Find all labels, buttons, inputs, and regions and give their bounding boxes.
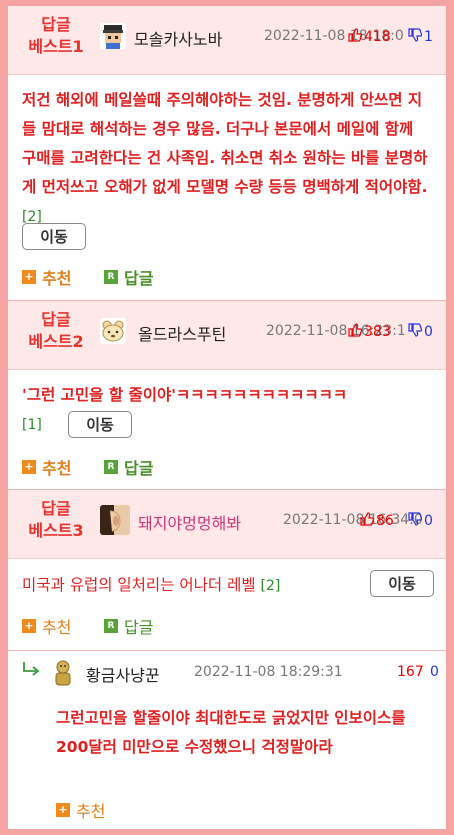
avatar[interactable] xyxy=(48,658,78,688)
dislike-number: 0 xyxy=(424,513,433,529)
move-button[interactable]: 이동 xyxy=(370,570,434,597)
dislike-number: 1 xyxy=(424,29,433,45)
reply-r-icon: R xyxy=(104,270,118,284)
dislike-number: 0 xyxy=(424,324,433,340)
like-number[interactable]: 167 xyxy=(397,664,424,680)
recommend-label: 추천 xyxy=(42,459,72,478)
best-comment-header: 답글 베스트3 돼지야멍멍해봐 2022-11-08 16:34:0 86 0 xyxy=(8,490,446,559)
thumbs-down-icon xyxy=(408,512,422,530)
reply-count-link[interactable]: [2] xyxy=(261,578,281,594)
avatar[interactable] xyxy=(100,505,130,535)
best-comment-1: 답글 베스트1 모솔카사노바 2022-11-08 18:18:0 418 1 … xyxy=(8,6,446,288)
best-comment-3: 답글 베스트3 돼지야멍멍해봐 2022-11-08 16:34:0 86 0 xyxy=(8,490,446,637)
like-number: 86 xyxy=(376,513,394,529)
like-number: 383 xyxy=(364,324,391,340)
plus-icon: + xyxy=(22,619,36,633)
nickname[interactable]: 황금사냥꾼 xyxy=(86,662,160,686)
best-comment-header: 답글 베스트2 올드라스푸틴 2022-11-08 16:23:1 383 0 xyxy=(8,301,446,370)
dislike-number[interactable]: 0 xyxy=(430,664,439,680)
rank-label: 답글 베스트3 xyxy=(28,499,84,540)
recommend-button[interactable]: + 추천 xyxy=(56,798,105,822)
thumbs-up-icon xyxy=(360,512,374,530)
recommend-label: 추천 xyxy=(42,618,72,637)
dislike-count[interactable]: 1 xyxy=(408,28,433,46)
best-comment-header: 답글 베스트1 모솔카사노바 2022-11-08 18:18:0 418 1 xyxy=(8,6,446,75)
recommend-button[interactable]: + 추천 xyxy=(22,455,71,479)
rank-label: 답글 베스트1 xyxy=(28,15,84,56)
thumbs-down-icon xyxy=(408,28,422,46)
reply-button[interactable]: R 답글 xyxy=(104,614,153,638)
nickname[interactable]: 올드라스푸틴 xyxy=(138,321,226,345)
nickname[interactable]: 모솔카사노바 xyxy=(134,26,222,50)
avatar[interactable] xyxy=(100,23,126,49)
reply-arrow-icon xyxy=(22,661,42,681)
reply-comment-header: 황금사냥꾼 2022-11-08 18:29:31 167 0 xyxy=(8,651,446,695)
dislike-count[interactable]: 0 xyxy=(408,512,433,530)
thumbs-down-icon xyxy=(408,323,422,341)
like-number: 418 xyxy=(364,29,391,45)
comment-text: '그런 고민을 할 줄이야'ㅋㅋㅋㅋㅋㅋㅋㅋㅋㅋㅋㅋ xyxy=(22,386,348,404)
reply-label: 답글 xyxy=(124,459,154,478)
avatar[interactable] xyxy=(100,318,126,344)
comment-text: 저건 해외에 메일쓸때 주의해야하는 것임. 분명하게 안쓰면 지들 맘대로 해… xyxy=(22,91,428,225)
move-button[interactable]: 이동 xyxy=(22,223,86,250)
like-count[interactable]: 86 xyxy=(360,512,394,530)
best-comment-2: 답글 베스트2 올드라스푸틴 2022-11-08 16:23:1 383 0 … xyxy=(8,301,446,478)
plus-icon: + xyxy=(22,460,36,474)
timestamp: 2022-11-08 18:29:31 xyxy=(194,664,343,680)
recommend-label: 추천 xyxy=(42,269,72,288)
plus-icon: + xyxy=(56,803,70,817)
reply-r-icon: R xyxy=(104,460,118,474)
reply-label: 답글 xyxy=(124,269,154,288)
comment-text: 미국과 유럽의 일처리는 어나더 레벨 [2] xyxy=(22,576,281,594)
dislike-count[interactable]: 0 xyxy=(408,323,433,341)
nickname[interactable]: 돼지야멍멍해봐 xyxy=(138,510,241,534)
recommend-button[interactable]: + 추천 xyxy=(22,265,71,289)
like-count[interactable]: 383 xyxy=(348,323,391,341)
thumbs-up-icon xyxy=(348,323,362,341)
reply-count-link[interactable]: [1] xyxy=(22,417,42,433)
like-count[interactable]: 418 xyxy=(348,28,391,46)
timestamp: 2022-11-08 16:34:0 xyxy=(283,512,423,528)
recommend-button[interactable]: + 추천 xyxy=(22,614,71,638)
reply-button[interactable]: R 답글 xyxy=(104,265,153,289)
reply-r-icon: R xyxy=(104,619,118,633)
recommend-label: 추천 xyxy=(76,802,106,821)
move-button[interactable]: 이동 xyxy=(68,411,132,438)
thumbs-up-icon xyxy=(348,28,362,46)
reply-label: 답글 xyxy=(124,618,154,637)
plus-icon: + xyxy=(22,270,36,284)
reply-button[interactable]: R 답글 xyxy=(104,455,153,479)
rank-label: 답글 베스트2 xyxy=(28,310,84,351)
reply-comment-text: 그런고민을 할줄이야 최대한도로 긁었지만 인보이스를 200달러 미만으로 수… xyxy=(56,709,406,756)
